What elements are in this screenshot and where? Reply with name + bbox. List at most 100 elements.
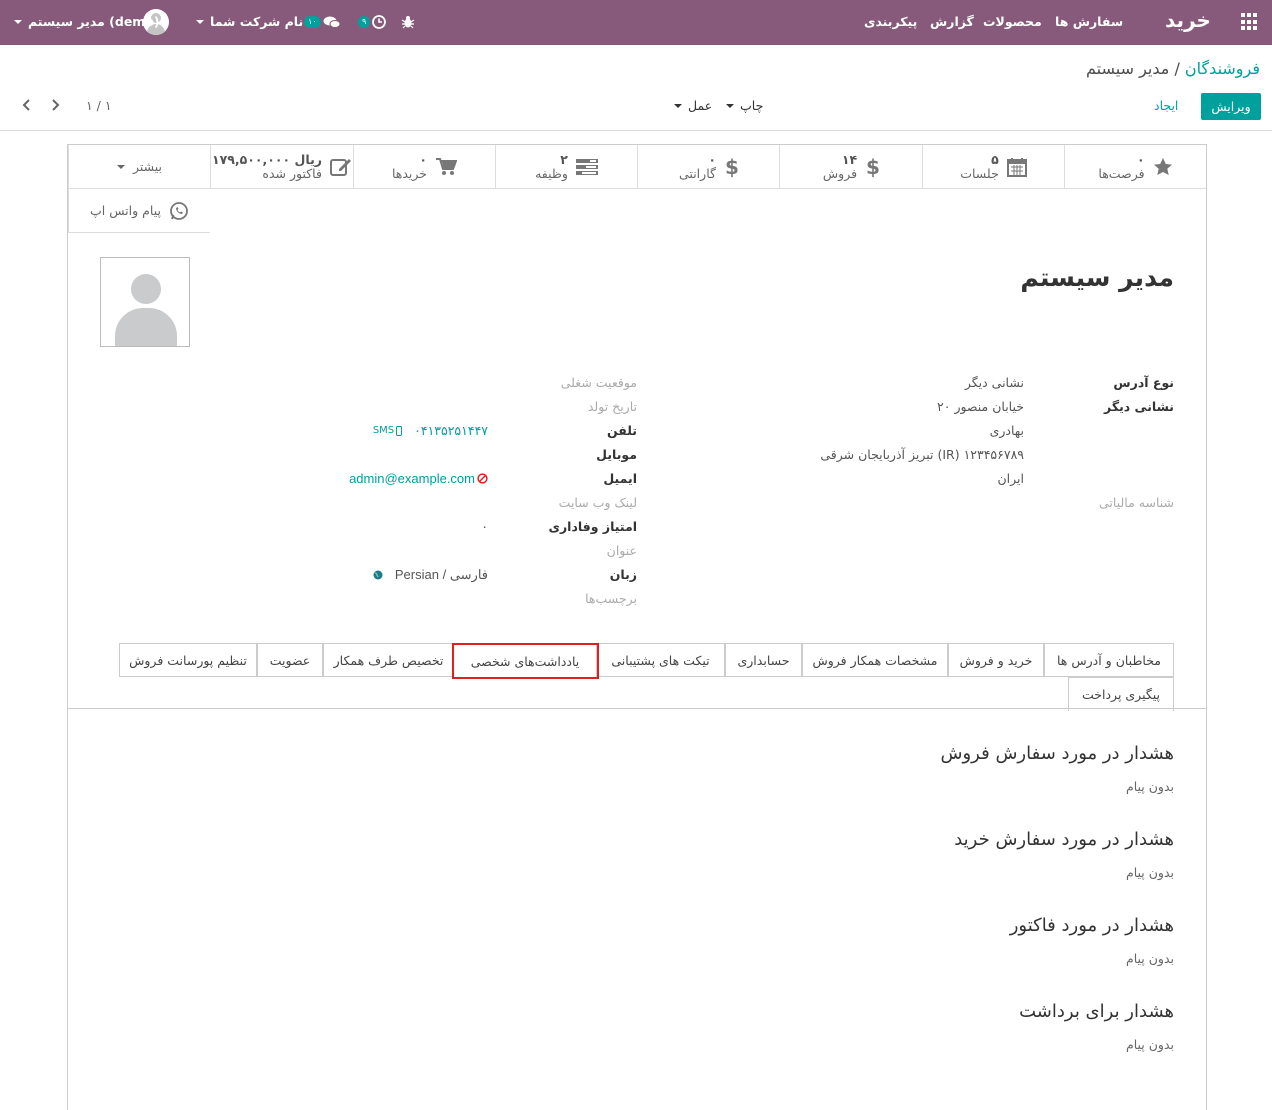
tags-label: برچسب‌ها bbox=[585, 591, 637, 606]
caret-down-icon bbox=[726, 103, 734, 108]
smart-button-tasks[interactable]: ۲ وظیفه bbox=[495, 145, 637, 189]
caret-down-icon bbox=[196, 19, 204, 24]
purchases-count: ۰ bbox=[419, 151, 428, 167]
title-label: عنوان bbox=[606, 543, 637, 558]
invoiced-label: فاکتور شده bbox=[262, 165, 322, 181]
smart-button-more[interactable]: بیشتر bbox=[68, 145, 210, 189]
print-label: چاپ bbox=[740, 98, 764, 113]
whatsapp-label: پیام واتس اپ bbox=[90, 202, 161, 218]
purchase-warning-value[interactable]: بدون پیام bbox=[1126, 865, 1174, 880]
tab-commission[interactable]: تنظیم پورسانت فروش bbox=[119, 643, 257, 677]
tax-id-label: شناسه مالیاتی bbox=[1099, 495, 1174, 510]
smart-button-opportunities[interactable]: ۰ فرصت‌ها bbox=[1064, 145, 1206, 189]
menu-reporting[interactable]: گزارش bbox=[930, 14, 974, 29]
smart-button-warranty[interactable]: ۰ گارانتی $ bbox=[637, 145, 779, 189]
caret-down-icon bbox=[116, 164, 125, 169]
tab-partner-assignment[interactable]: تخصیص طرف همکار bbox=[323, 643, 454, 677]
debug-bug-icon[interactable] bbox=[401, 11, 415, 33]
top-navbar: خرید سفارش ها محصولات گزارش پیکربندی ۹ ۱… bbox=[0, 0, 1272, 45]
smart-button-whatsapp[interactable]: پیام واتس اپ bbox=[68, 189, 210, 233]
smart-button-meetings[interactable]: ۵ جلسات bbox=[922, 145, 1064, 189]
messages-chat-icon[interactable]: ۱۰ bbox=[304, 11, 341, 33]
breadcrumb-vendors-link[interactable]: فروشندگان bbox=[1185, 59, 1260, 78]
create-button[interactable]: ایجاد bbox=[1154, 98, 1178, 113]
sales-label: فروش bbox=[822, 165, 858, 181]
menu-orders[interactable]: سفارش ها bbox=[1055, 14, 1123, 29]
pager-value[interactable]: ۱ / ۱ bbox=[86, 98, 112, 113]
form-sheet: ۰ فرصت‌ها ۵ جلسات ۱۴ فروش $ ۰ گارانتی $ ۲ وظی… bbox=[67, 144, 1207, 1110]
smart-button-box: ۰ فرصت‌ها ۵ جلسات ۱۴ فروش $ ۰ گارانتی $ ۲ وظی… bbox=[68, 145, 1206, 233]
warranty-count: ۰ bbox=[708, 151, 716, 167]
user-name: مدیر سیستم (demo) bbox=[28, 14, 160, 29]
picking-warning-title: هشدار برای برداشت bbox=[1019, 1001, 1174, 1022]
purchases-label: خریدها bbox=[391, 165, 428, 181]
language-field[interactable]: Persian / فارسی bbox=[373, 567, 488, 583]
activity-badge: ۹ bbox=[358, 16, 371, 28]
birthday-label: تاریخ تولد bbox=[587, 399, 637, 414]
more-label: بیشتر bbox=[132, 158, 163, 174]
address-street2[interactable]: بهادری bbox=[990, 423, 1024, 438]
mobile-label: موبایل bbox=[596, 447, 637, 462]
email-value[interactable]: admin@example.com bbox=[349, 471, 475, 486]
user-menu[interactable]: مدیر سیستم (demo) bbox=[14, 14, 160, 29]
mobile-icon bbox=[396, 425, 403, 436]
address-type-label: نوع آدرس bbox=[1113, 375, 1174, 390]
tab-contacts-addresses[interactable]: مخاطبان و آدرس ها bbox=[1044, 643, 1174, 677]
action-dropdown[interactable]: عمل bbox=[674, 98, 712, 113]
caret-down-icon bbox=[674, 103, 682, 108]
tab-membership[interactable]: عضویت bbox=[257, 643, 323, 677]
phone-field[interactable]: SMS ۰۴۱۳۵۲۵۱۴۴۷ bbox=[373, 423, 488, 438]
edit-button[interactable]: ویرایش bbox=[1201, 93, 1261, 120]
apps-menu-icon[interactable] bbox=[1241, 13, 1259, 31]
address-type-value[interactable]: نشانی دیگر bbox=[965, 375, 1024, 390]
pager-next-icon[interactable] bbox=[50, 99, 60, 114]
active-tab-highlight bbox=[452, 643, 599, 679]
pager-previous-icon[interactable] bbox=[22, 99, 32, 114]
sms-button[interactable]: SMS bbox=[372, 425, 403, 436]
phone-label: تلفن bbox=[606, 423, 637, 438]
tab-partner-assignation[interactable]: مشخصات همکار فروش bbox=[802, 643, 948, 677]
address-street[interactable]: ۲۰ خیابان منصور bbox=[937, 399, 1024, 414]
opportunities-count: ۰ bbox=[1136, 151, 1145, 167]
sales-count: ۱۴ bbox=[841, 151, 858, 167]
job-position-label: موقعیت شغلی bbox=[560, 375, 637, 390]
picking-warning-value[interactable]: بدون پیام bbox=[1126, 1037, 1174, 1052]
tasks-count: ۲ bbox=[560, 151, 568, 167]
sale-warning-value[interactable]: بدون پیام bbox=[1126, 779, 1174, 794]
menu-products[interactable]: محصولات bbox=[983, 14, 1042, 29]
address-city-state-zip[interactable]: تبریز آذربایجان شرقی (IR) ۱۲۳۴۵۶۷۸۹ bbox=[820, 447, 1024, 462]
tasks-label: وظیفه bbox=[535, 165, 568, 181]
breadcrumb-current: مدیر سیستم bbox=[1086, 59, 1170, 78]
language-value: Persian / فارسی bbox=[394, 567, 488, 582]
tab-payment-follow-up[interactable]: پیگیری پرداخت bbox=[1068, 677, 1174, 711]
edit-icon bbox=[329, 158, 351, 176]
tab-sales-purchase[interactable]: خرید و فروش bbox=[948, 643, 1044, 677]
svg-text:$: $ bbox=[866, 156, 879, 178]
star-icon bbox=[1153, 157, 1172, 175]
smart-button-invoiced[interactable]: ۱۷۹,۵۰۰,۰۰۰ ریال فاکتور شده bbox=[210, 145, 353, 189]
tab-helpdesk-tickets[interactable]: تیکت های پشتیبانی bbox=[596, 643, 725, 677]
loyalty-value[interactable]: ۰ bbox=[481, 519, 488, 534]
other-address-label: نشانی دیگر bbox=[1104, 399, 1174, 414]
tasks-icon bbox=[575, 158, 598, 175]
action-label: عمل bbox=[688, 98, 713, 113]
company-switcher[interactable]: نام شرکت شما bbox=[196, 14, 303, 29]
activity-clock-icon[interactable]: ۹ bbox=[358, 11, 387, 33]
address-country[interactable]: ایران bbox=[997, 471, 1024, 486]
smart-button-sales[interactable]: ۱۴ فروش $ bbox=[779, 145, 922, 189]
website-label: لینک وب سایت bbox=[558, 495, 637, 510]
company-name: نام شرکت شما bbox=[210, 14, 304, 29]
tab-accounting[interactable]: حسابداری bbox=[725, 643, 802, 677]
partner-name[interactable]: مدیر سیستم bbox=[1020, 263, 1174, 292]
invoice-warning-value[interactable]: بدون پیام bbox=[1126, 951, 1174, 966]
menu-configuration[interactable]: پیکربندی bbox=[864, 14, 917, 29]
whatsapp-icon bbox=[170, 201, 188, 220]
sms-label: SMS bbox=[372, 425, 395, 436]
app-name[interactable]: خرید bbox=[1165, 8, 1211, 32]
breadcrumb-separator: / bbox=[1174, 59, 1180, 78]
email-field[interactable]: admin@example.com bbox=[349, 471, 488, 486]
print-dropdown[interactable]: چاپ bbox=[726, 98, 763, 113]
tab-separator bbox=[68, 708, 1206, 709]
smart-button-purchases[interactable]: ۰ خریدها bbox=[353, 145, 495, 189]
partner-avatar-image[interactable] bbox=[100, 257, 190, 347]
